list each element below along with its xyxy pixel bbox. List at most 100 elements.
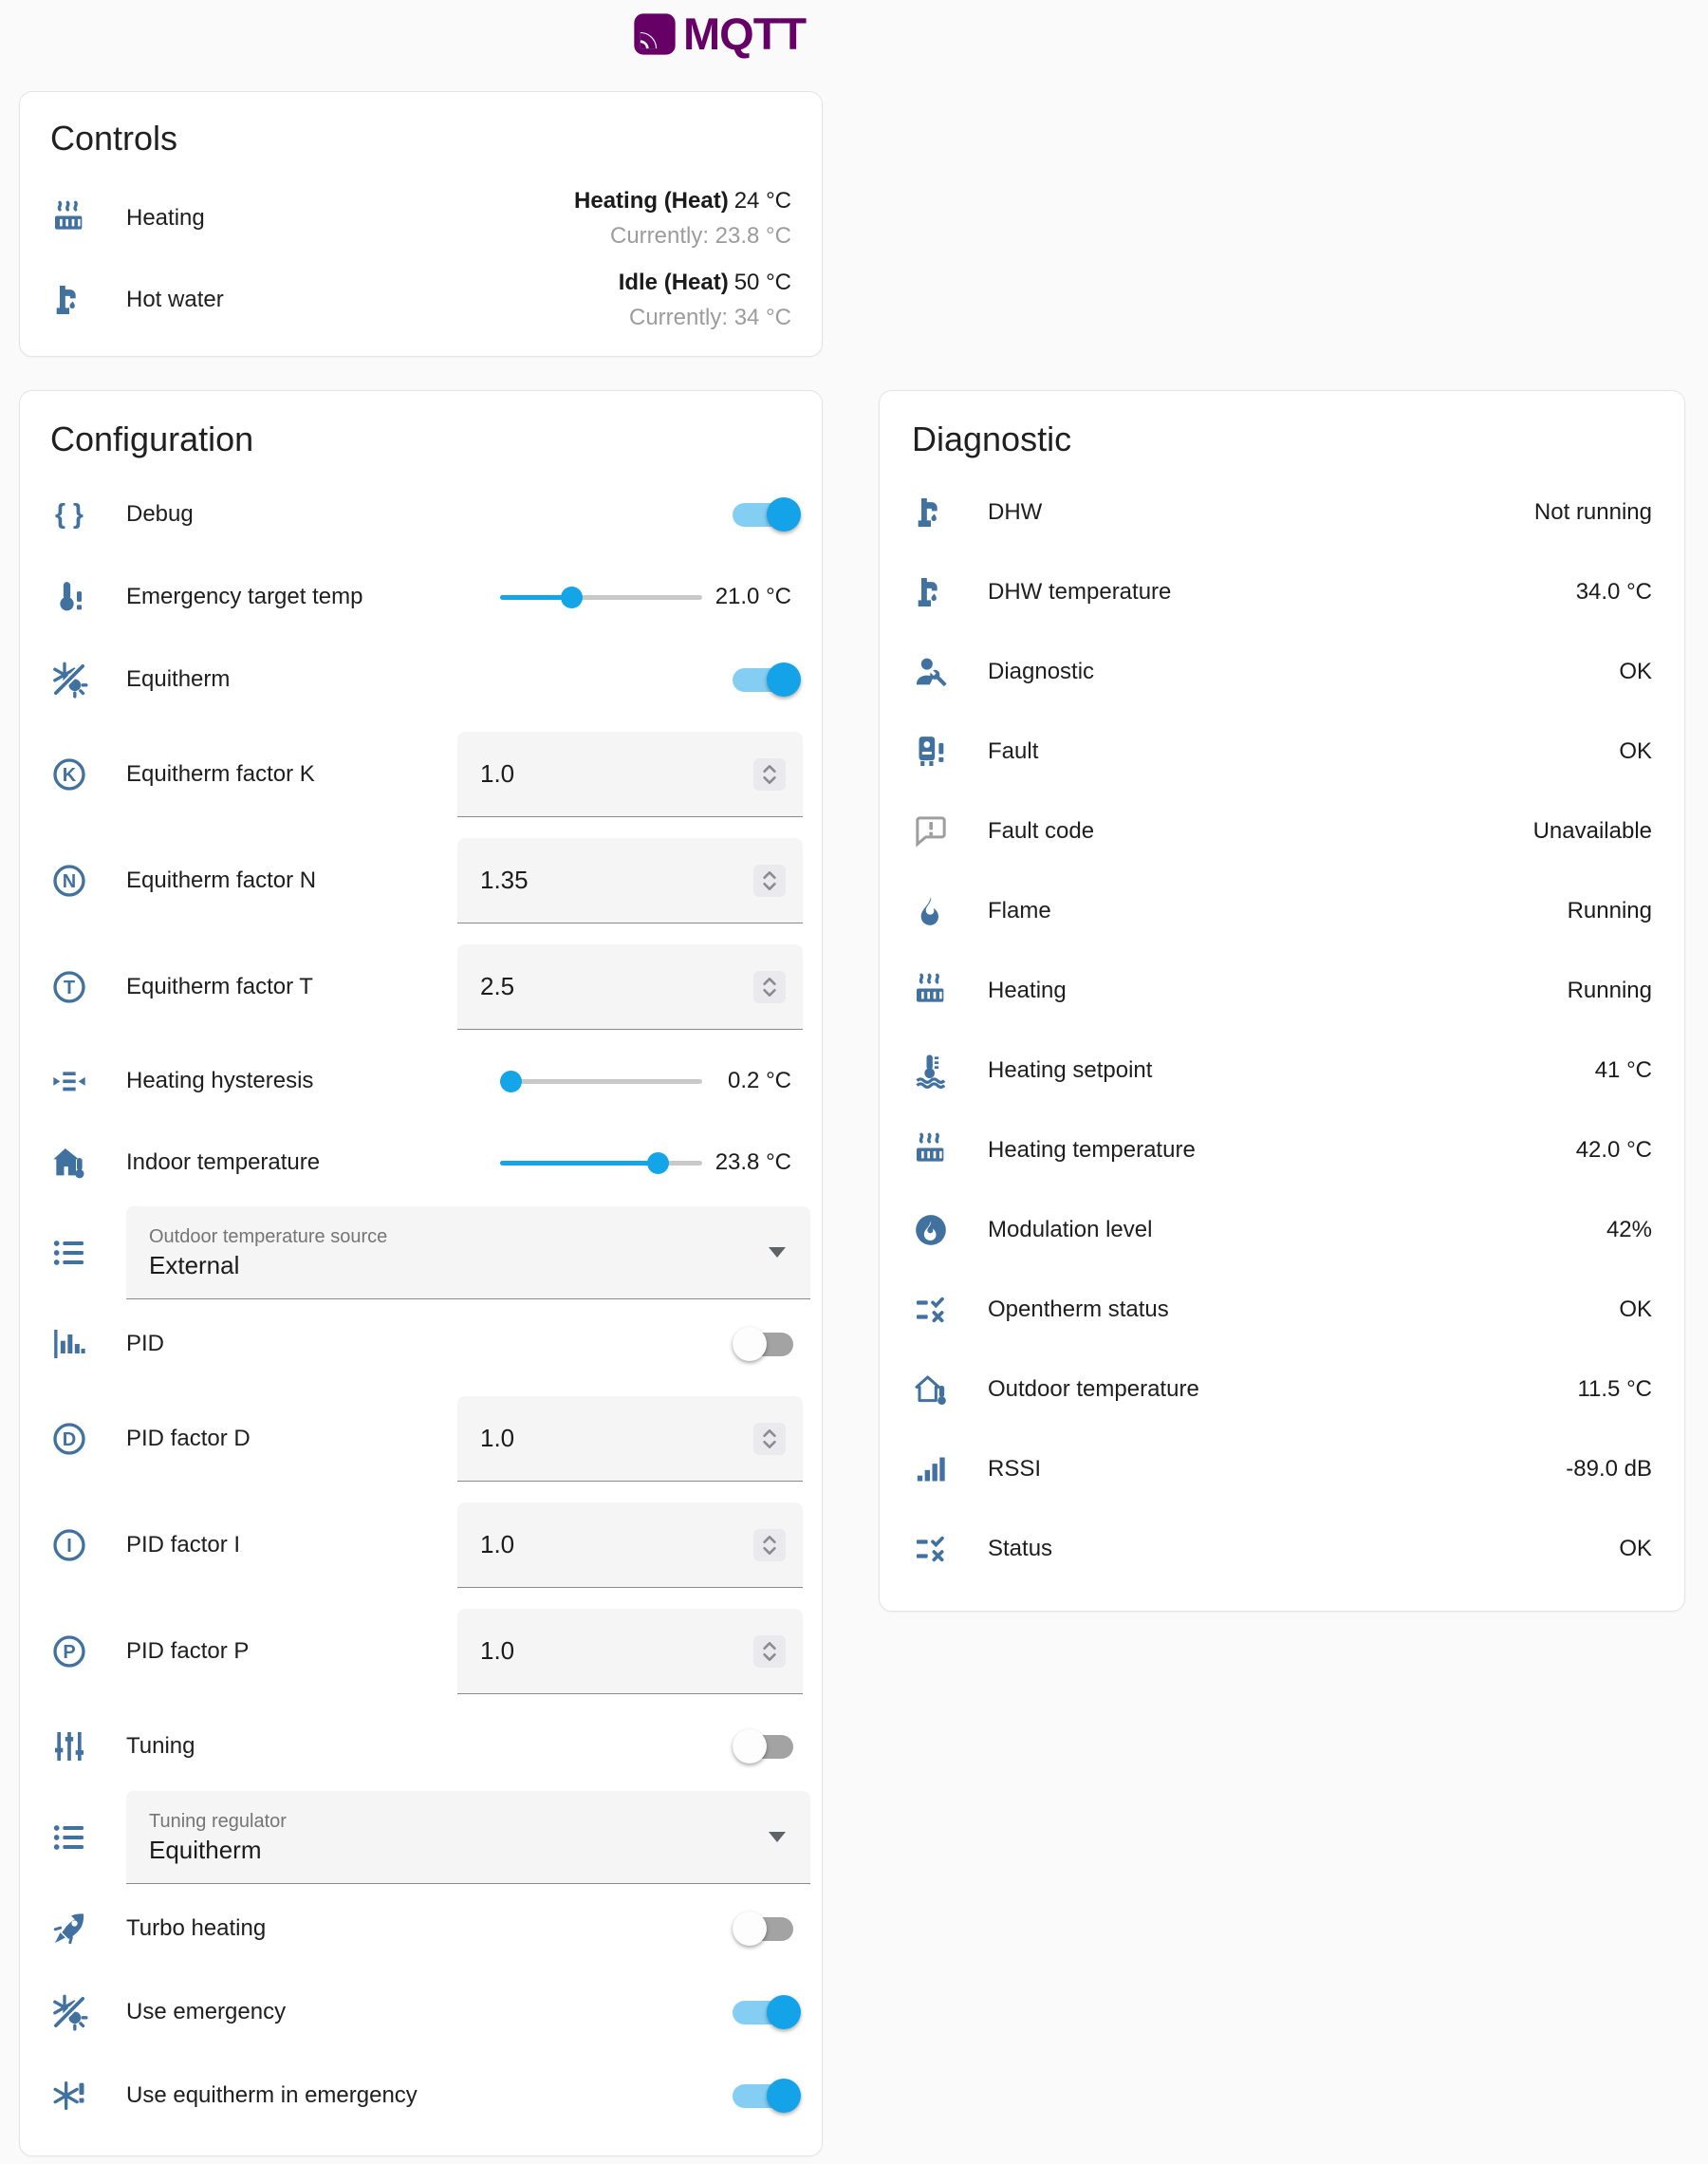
diag-label: DHW temperature bbox=[988, 579, 1171, 606]
slider-value: 0.2 °C bbox=[708, 1065, 791, 1097]
diag-row-status[interactable]: Status OK bbox=[912, 1509, 1652, 1589]
diag-row-dhw[interactable]: DHW Not running bbox=[912, 473, 1652, 552]
diag-value: Not running bbox=[1534, 499, 1652, 526]
tuning-toggle[interactable] bbox=[733, 1727, 801, 1765]
hysteresis-icon bbox=[50, 1062, 88, 1100]
radiator-icon bbox=[912, 1131, 950, 1169]
radiator-icon bbox=[50, 199, 88, 237]
alpha-i-circle-icon: I bbox=[50, 1526, 88, 1564]
control-state: Idle (Heat)50 °C Currently: 34 °C bbox=[619, 267, 791, 334]
state-secondary: Currently: 34 °C bbox=[619, 302, 791, 334]
diag-row-outdoor-temperature[interactable]: Outdoor temperature 11.5 °C bbox=[912, 1350, 1652, 1429]
configuration-card-title: Configuration bbox=[50, 420, 791, 459]
select-value: External bbox=[149, 1250, 387, 1280]
config-row-pid-factor-i: I PID factor I 1.0 bbox=[50, 1492, 791, 1598]
outdoor-temperature-source-select[interactable]: Outdoor temperature source External bbox=[126, 1206, 810, 1299]
config-row-tuning-regulator: Tuning regulator Equitherm bbox=[50, 1788, 791, 1887]
diag-label: Heating bbox=[988, 978, 1067, 1004]
pid-factor-p-input[interactable]: 1.0 bbox=[457, 1609, 803, 1694]
diag-row-diagnostic[interactable]: Diagnostic OK bbox=[912, 632, 1652, 712]
signal-icon bbox=[912, 1450, 950, 1488]
control-row-hot-water[interactable]: Hot water Idle (Heat)50 °C Currently: 34… bbox=[50, 259, 791, 341]
svg-text:T: T bbox=[64, 978, 75, 998]
diag-value: 42% bbox=[1606, 1217, 1652, 1243]
setting-label: PID factor I bbox=[126, 1532, 240, 1558]
svg-text:K: K bbox=[63, 765, 77, 786]
turbo-heating-toggle[interactable] bbox=[733, 1910, 801, 1948]
control-label: Heating bbox=[126, 205, 205, 232]
dropdown-arrow-icon[interactable] bbox=[769, 1247, 786, 1258]
account-wrench-icon bbox=[912, 653, 950, 691]
stepper-icon[interactable] bbox=[753, 758, 786, 791]
diag-value: OK bbox=[1619, 1536, 1652, 1562]
tuning-regulator-select[interactable]: Tuning regulator Equitherm bbox=[126, 1791, 810, 1884]
mqtt-logo: MQTT bbox=[630, 8, 806, 60]
state-secondary: Currently: 23.8 °C bbox=[574, 220, 791, 252]
list-status-icon bbox=[912, 1291, 950, 1329]
diag-value: Running bbox=[1568, 978, 1652, 1004]
debug-toggle[interactable] bbox=[733, 495, 801, 533]
diag-row-heating[interactable]: Heating Running bbox=[912, 951, 1652, 1031]
setting-label: Indoor temperature bbox=[126, 1149, 320, 1176]
fire-circle-icon bbox=[912, 1211, 950, 1249]
water-boiler-alert-icon bbox=[912, 733, 950, 771]
control-state: Heating (Heat)24 °C Currently: 23.8 °C bbox=[574, 185, 791, 252]
pid-factor-d-input[interactable]: 1.0 bbox=[457, 1396, 803, 1482]
setting-label: PID factor D bbox=[126, 1426, 251, 1452]
stepper-icon[interactable] bbox=[753, 1423, 786, 1455]
setting-label: Debug bbox=[126, 501, 194, 528]
control-label: Hot water bbox=[126, 287, 224, 313]
diag-label: Outdoor temperature bbox=[988, 1376, 1199, 1403]
diag-row-fault[interactable]: Fault OK bbox=[912, 712, 1652, 792]
diag-row-fault-code[interactable]: Fault code Unavailable bbox=[912, 792, 1652, 871]
stepper-icon[interactable] bbox=[753, 1529, 786, 1561]
diag-label: DHW bbox=[988, 499, 1042, 526]
use-emergency-toggle[interactable] bbox=[733, 1993, 801, 2031]
config-row-equitherm: Equitherm bbox=[50, 638, 791, 721]
use-equitherm-in-emergency-toggle[interactable] bbox=[733, 2077, 801, 2115]
controls-card: Controls Heating Heating (Heat)24 °C Cur… bbox=[19, 91, 823, 357]
equitherm-factor-t-input[interactable]: 2.5 bbox=[457, 944, 803, 1030]
heating-hysteresis-slider[interactable] bbox=[500, 1070, 702, 1092]
config-row-indoor-temperature: Indoor temperature 23.8 °C bbox=[50, 1122, 791, 1203]
setting-label: Equitherm factor N bbox=[126, 867, 316, 894]
diag-row-opentherm-status[interactable]: Opentherm status OK bbox=[912, 1270, 1652, 1350]
config-row-equitherm-factor-t: T Equitherm factor T 2.5 bbox=[50, 934, 791, 1040]
diag-value: OK bbox=[1619, 1297, 1652, 1323]
diag-row-dhw-temperature[interactable]: DHW temperature 34.0 °C bbox=[912, 552, 1652, 632]
diag-row-flame[interactable]: Flame Running bbox=[912, 871, 1652, 951]
dropdown-arrow-icon[interactable] bbox=[769, 1832, 786, 1842]
config-row-pid-factor-d: D PID factor D 1.0 bbox=[50, 1386, 791, 1492]
diag-value: Running bbox=[1568, 898, 1652, 924]
pid-toggle[interactable] bbox=[733, 1325, 801, 1363]
stepper-icon[interactable] bbox=[753, 1635, 786, 1668]
diag-row-heating-temperature[interactable]: Heating temperature 42.0 °C bbox=[912, 1110, 1652, 1190]
diag-row-modulation-level[interactable]: Modulation level 42% bbox=[912, 1190, 1652, 1270]
equitherm-toggle[interactable] bbox=[733, 661, 801, 699]
equitherm-factor-n-input[interactable]: 1.35 bbox=[457, 838, 803, 923]
diag-label: Flame bbox=[988, 898, 1051, 924]
home-thermometer-icon bbox=[50, 1144, 88, 1182]
alpha-k-circle-icon: K bbox=[50, 756, 88, 793]
diag-row-heating-setpoint[interactable]: Heating setpoint 41 °C bbox=[912, 1031, 1652, 1110]
equitherm-factor-k-input[interactable]: 1.0 bbox=[457, 732, 803, 817]
diag-label: Heating temperature bbox=[988, 1137, 1196, 1164]
thermometer-alert-icon bbox=[50, 578, 88, 616]
tune-vertical-icon bbox=[50, 1727, 88, 1765]
pid-factor-i-input[interactable]: 1.0 bbox=[457, 1502, 803, 1588]
setting-label: Emergency target temp bbox=[126, 584, 362, 610]
diag-row-rssi[interactable]: RSSI -89.0 dB bbox=[912, 1429, 1652, 1509]
setting-label: Equitherm bbox=[126, 666, 230, 693]
stepper-icon[interactable] bbox=[753, 971, 786, 1003]
indoor-temperature-slider[interactable] bbox=[500, 1151, 702, 1174]
snowflake-alert-icon bbox=[50, 2077, 88, 2115]
code-braces-icon bbox=[50, 495, 88, 533]
select-label: Tuning regulator bbox=[149, 1810, 287, 1833]
diag-label: Heating setpoint bbox=[988, 1057, 1152, 1084]
state-value: 50 °C bbox=[734, 270, 791, 295]
control-row-heating[interactable]: Heating Heating (Heat)24 °C Currently: 2… bbox=[50, 177, 791, 259]
rocket-icon bbox=[50, 1910, 88, 1948]
setting-label: Equitherm factor K bbox=[126, 761, 315, 788]
stepper-icon[interactable] bbox=[753, 865, 786, 897]
emergency-target-temp-slider[interactable] bbox=[500, 586, 702, 608]
